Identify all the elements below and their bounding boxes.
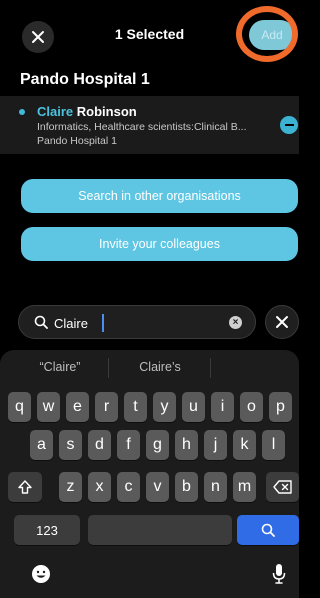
shift-key[interactable] xyxy=(8,472,42,502)
space-key[interactable] xyxy=(88,515,232,545)
minus-icon xyxy=(284,124,294,126)
close-icon xyxy=(276,316,288,328)
shift-icon xyxy=(18,480,32,494)
key-i[interactable]: i xyxy=(211,392,234,422)
key-l[interactable]: l xyxy=(262,430,285,460)
contact-last-name: Robinson xyxy=(76,104,137,119)
selected-contact-row[interactable]: Claire Robinson Informatics, Healthcare … xyxy=(0,96,299,154)
key-w[interactable]: w xyxy=(37,392,60,422)
key-u[interactable]: u xyxy=(182,392,205,422)
contact-organisation: Pando Hospital 1 xyxy=(37,135,117,147)
key-v[interactable]: v xyxy=(146,472,169,502)
dictation-button[interactable] xyxy=(272,563,286,590)
key-d[interactable]: d xyxy=(88,430,111,460)
backspace-key[interactable] xyxy=(266,472,299,502)
contact-first-name: Claire xyxy=(37,104,74,119)
search-icon xyxy=(34,315,48,329)
search-key[interactable] xyxy=(237,515,299,545)
numbers-key[interactable]: 123 xyxy=(14,515,80,545)
key-e[interactable]: e xyxy=(66,392,89,422)
key-p[interactable]: p xyxy=(269,392,292,422)
emoji-button[interactable] xyxy=(31,564,51,589)
key-t[interactable]: t xyxy=(124,392,147,422)
contact-name: Claire Robinson xyxy=(37,104,137,119)
search-icon xyxy=(261,523,275,537)
key-f[interactable]: f xyxy=(117,430,140,460)
key-h[interactable]: h xyxy=(175,430,198,460)
suggestion-divider xyxy=(108,358,109,378)
backspace-icon xyxy=(272,480,292,494)
key-g[interactable]: g xyxy=(146,430,169,460)
invite-colleagues-button[interactable]: Invite your colleagues xyxy=(21,227,298,261)
key-b[interactable]: b xyxy=(175,472,198,502)
key-y[interactable]: y xyxy=(153,392,176,422)
key-c[interactable]: c xyxy=(117,472,140,502)
key-a[interactable]: a xyxy=(30,430,53,460)
key-q[interactable]: q xyxy=(8,392,31,422)
key-o[interactable]: o xyxy=(240,392,263,422)
suggestion-1[interactable]: “Claire” xyxy=(30,360,90,374)
contact-role: Informatics, Healthcare scientists:Clini… xyxy=(37,121,247,133)
key-s[interactable]: s xyxy=(59,430,82,460)
search-value: Claire xyxy=(54,316,88,331)
text-caret xyxy=(102,314,104,332)
key-k[interactable]: k xyxy=(233,430,256,460)
add-button[interactable]: Add xyxy=(249,20,295,50)
key-j[interactable]: j xyxy=(204,430,227,460)
selected-indicator xyxy=(19,109,25,115)
key-r[interactable]: r xyxy=(95,392,118,422)
search-other-organisations-button[interactable]: Search in other organisations xyxy=(21,179,298,213)
key-x[interactable]: x xyxy=(88,472,111,502)
organisation-title: Pando Hospital 1 xyxy=(20,71,150,88)
suggestion-2[interactable]: Claire’s xyxy=(130,360,190,374)
microphone-icon xyxy=(272,564,286,584)
remove-contact-button[interactable] xyxy=(280,116,298,134)
key-n[interactable]: n xyxy=(204,472,227,502)
search-input[interactable]: Claire × xyxy=(18,305,256,339)
suggestion-divider xyxy=(210,358,211,378)
emoji-icon xyxy=(32,565,50,583)
cancel-search-button[interactable] xyxy=(265,305,299,339)
keyboard: “Claire” Claire’s q w e r t y u i o p a … xyxy=(0,350,299,598)
key-m[interactable]: m xyxy=(233,472,256,502)
clear-icon[interactable]: × xyxy=(229,316,242,329)
key-z[interactable]: z xyxy=(59,472,82,502)
